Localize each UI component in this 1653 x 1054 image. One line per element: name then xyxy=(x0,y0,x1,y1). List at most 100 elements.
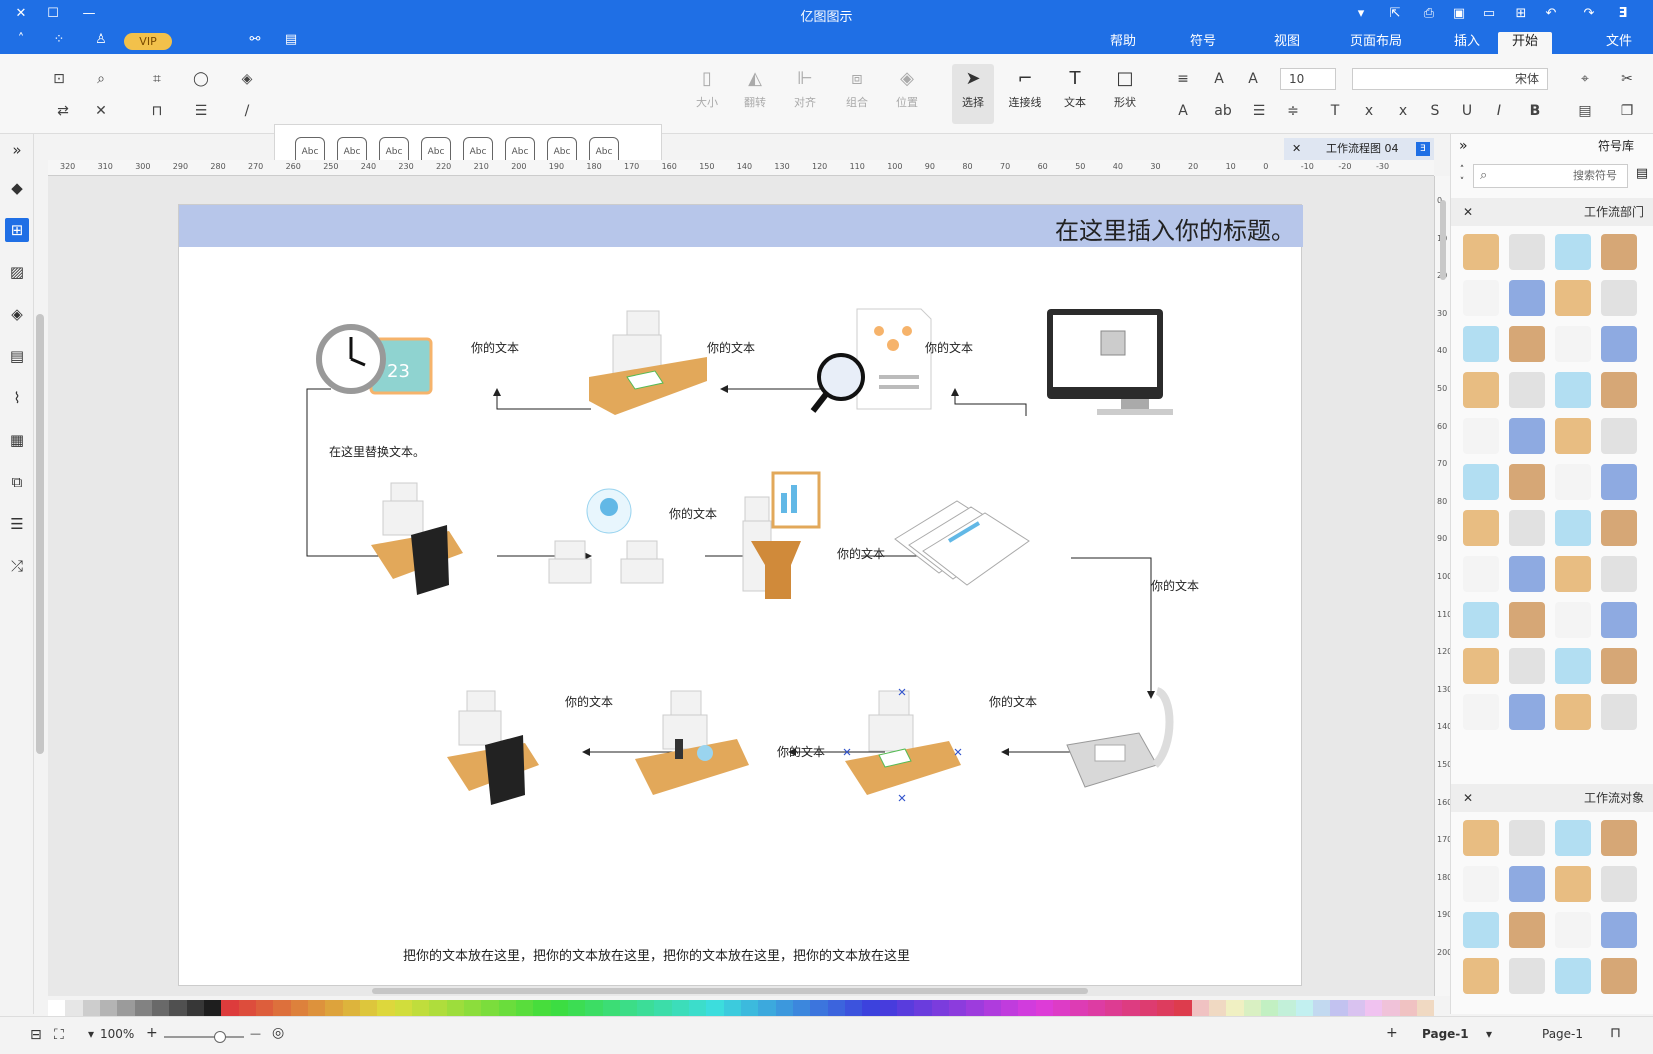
group-button[interactable]: ⧈ 组合 xyxy=(836,64,878,124)
color-swatch[interactable] xyxy=(238,1000,256,1016)
color-swatch[interactable] xyxy=(498,1000,516,1016)
color-swatch[interactable] xyxy=(914,1000,932,1016)
shape-button[interactable]: □ 形状 xyxy=(1104,64,1146,124)
cut-icon[interactable]: ✂ xyxy=(1616,68,1638,90)
color-swatch[interactable] xyxy=(463,1000,482,1016)
tools-icon[interactable]: ✕ xyxy=(90,100,112,122)
panel-toggle-icon[interactable]: ⊓ xyxy=(1610,1025,1621,1041)
size-button[interactable]: ▯ 大小 xyxy=(686,64,728,124)
color-swatch[interactable] xyxy=(585,1000,603,1016)
bullet-list-icon[interactable]: ☰ xyxy=(1248,100,1270,122)
magnifier-document-icon[interactable] xyxy=(810,308,932,413)
library-icon[interactable]: ▤ xyxy=(1633,166,1651,186)
fullscreen-icon[interactable]: ⛶ xyxy=(54,1027,64,1043)
paragraph-spacing-icon[interactable]: ≑ xyxy=(1282,100,1304,122)
symbol-thumbnail[interactable] xyxy=(1555,648,1591,684)
bold-icon[interactable]: B xyxy=(1524,100,1546,122)
symbol-thumbnail[interactable] xyxy=(1509,602,1545,638)
color-swatch[interactable] xyxy=(1347,1000,1365,1016)
symbol-thumbnail[interactable] xyxy=(1463,510,1499,546)
flow-label[interactable]: 你的文本 xyxy=(777,743,825,760)
color-swatch[interactable] xyxy=(221,1000,239,1016)
color-swatch[interactable] xyxy=(273,1000,291,1016)
canvas[interactable]: 在这里插入你的标题。 23 你的文本 你的文本 你的文本 在这里替换文本。 你的… xyxy=(48,176,1434,996)
telephone-icon[interactable] xyxy=(1066,687,1174,788)
symbol-thumbnail[interactable] xyxy=(1463,602,1499,638)
crop-icon[interactable]: ⊡ xyxy=(48,68,70,90)
symbol-thumbnail[interactable] xyxy=(1555,418,1591,454)
tab-file[interactable]: 文件 xyxy=(1592,32,1646,54)
zoom-out-icon[interactable]: — xyxy=(250,1027,261,1040)
tab-page-layout[interactable]: 页面布局 xyxy=(1336,32,1416,54)
color-swatch[interactable] xyxy=(637,1000,655,1016)
horizontal-scrollbar[interactable] xyxy=(372,988,1088,994)
color-swatch[interactable] xyxy=(983,1000,1002,1016)
symbol-thumbnail[interactable] xyxy=(1601,418,1637,454)
symbol-thumbnail[interactable] xyxy=(1601,958,1637,994)
dropdown-icon[interactable]: ▾ xyxy=(1350,4,1372,24)
layers-icon[interactable]: ◈ xyxy=(5,302,29,326)
color-swatch[interactable] xyxy=(567,1000,586,1016)
color-swatch[interactable] xyxy=(966,1000,984,1016)
add-page-icon[interactable]: + xyxy=(1386,1025,1398,1041)
color-swatch[interactable] xyxy=(515,1000,534,1016)
color-swatch[interactable] xyxy=(845,1000,863,1016)
font-color-icon[interactable]: A xyxy=(1172,100,1194,122)
color-swatch[interactable] xyxy=(1018,1000,1036,1016)
presenter-icon[interactable] xyxy=(742,471,821,599)
color-swatch[interactable] xyxy=(99,1000,118,1016)
team-idea-icon[interactable] xyxy=(548,488,664,584)
color-swatch[interactable] xyxy=(1174,1000,1192,1016)
color-palette[interactable] xyxy=(48,1000,1435,1016)
font-shrink-icon[interactable]: A xyxy=(1208,68,1230,90)
symbol-thumbnail[interactable] xyxy=(1509,234,1545,270)
color-swatch[interactable] xyxy=(1139,1000,1157,1016)
document-tab[interactable]: ✕ 工作流程图 04 Ǝ xyxy=(1284,138,1434,160)
color-swatch[interactable] xyxy=(879,1000,898,1016)
symbol-thumbnail[interactable] xyxy=(1509,280,1545,316)
symbol-thumbnail[interactable] xyxy=(1463,418,1499,454)
symbol-thumbnail[interactable] xyxy=(1463,820,1499,856)
close-tab-icon[interactable]: ✕ xyxy=(1292,138,1301,160)
tab-help[interactable]: 帮助 xyxy=(1096,32,1150,54)
strikethrough-icon[interactable]: S xyxy=(1424,100,1446,122)
color-swatch[interactable] xyxy=(169,1000,187,1016)
canvas-scrollbar[interactable] xyxy=(36,314,44,754)
superscript-icon[interactable]: x xyxy=(1392,100,1414,122)
collapse-panel-icon[interactable]: » xyxy=(1459,134,1468,158)
select-button[interactable]: ➤ 选择 xyxy=(952,64,994,124)
symbol-thumbnail[interactable] xyxy=(1601,280,1637,316)
symbol-thumbnail[interactable] xyxy=(1463,280,1499,316)
color-swatch[interactable] xyxy=(897,1000,915,1016)
italic-icon[interactable]: I xyxy=(1488,100,1510,122)
symbol-thumbnail[interactable] xyxy=(1509,510,1545,546)
apps-icon[interactable]: ⁘ xyxy=(48,30,70,50)
symbol-thumbnail[interactable] xyxy=(1601,820,1637,856)
vertical-scrollbar[interactable] xyxy=(1440,200,1446,280)
person-easel-icon[interactable] xyxy=(447,690,539,805)
color-swatch[interactable] xyxy=(1260,1000,1279,1016)
subscript-icon[interactable]: x xyxy=(1358,100,1380,122)
symbol-thumbnail[interactable] xyxy=(1555,694,1591,730)
color-swatch[interactable] xyxy=(429,1000,447,1016)
line-style-icon[interactable]: ☰ xyxy=(190,100,212,122)
circle-icon[interactable]: ◯ xyxy=(190,68,212,90)
new-icon[interactable]: ⊞ xyxy=(1510,4,1532,24)
color-swatch[interactable] xyxy=(117,1000,135,1016)
symbol-thumbnail[interactable] xyxy=(1555,510,1591,546)
symbol-thumbnail[interactable] xyxy=(1463,234,1499,270)
symbol-thumbnail[interactable] xyxy=(1463,372,1499,408)
color-swatch[interactable] xyxy=(550,1000,568,1016)
color-swatch[interactable] xyxy=(65,1000,83,1016)
flow-label[interactable]: 你的文本 xyxy=(989,693,1037,710)
symbol-thumbnail[interactable] xyxy=(1509,958,1545,994)
color-swatch[interactable] xyxy=(1243,1000,1261,1016)
symbol-thumbnail[interactable] xyxy=(1463,912,1499,948)
color-swatch[interactable] xyxy=(342,1000,360,1016)
replace-text-label[interactable]: 在这里替换文本。 xyxy=(329,443,425,460)
symbol-thumbnail[interactable] xyxy=(1601,694,1637,730)
symbol-thumbnail[interactable] xyxy=(1601,648,1637,684)
color-swatch[interactable] xyxy=(810,1000,828,1016)
color-swatch[interactable] xyxy=(1157,1000,1175,1016)
text-button[interactable]: T 文本 xyxy=(1054,64,1096,124)
